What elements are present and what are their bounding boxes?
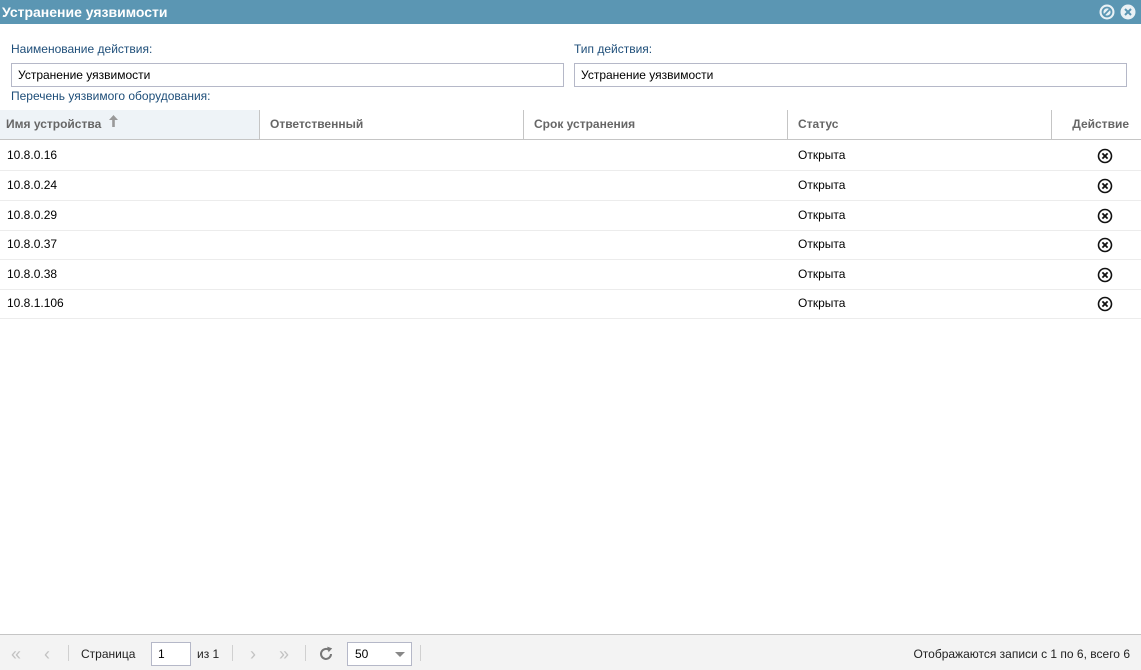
column-header-responsible[interactable]: Ответственный [260,110,524,139]
sort-ascending-icon [108,109,118,138]
column-header-label: Имя устройства [6,117,102,131]
remove-icon[interactable] [1097,237,1113,253]
device-name-cell: 10.8.1.106 [7,296,64,310]
vulnerability-fix-window: Устранение уязвимости Наименование дейст… [0,0,1141,670]
table-row[interactable]: 10.8.0.16 Открыта [0,141,1141,171]
pager-separator [420,645,421,661]
equipment-list-label: Перечень уязвимого оборудования: [11,89,211,103]
action-type-label: Тип действия: [574,42,653,56]
table-row[interactable]: 10.8.0.29 Открыта [0,201,1141,231]
pager-separator [232,645,233,661]
last-page-button[interactable]: » [274,644,294,664]
grid-header: Имя устройства Ответственный Срок устран… [0,110,1141,140]
action-name-label: Наименование действия: [11,42,153,56]
status-cell: Открыта [798,237,846,251]
column-header-action[interactable]: Действие [1052,110,1141,139]
records-summary: Отображаются записи с 1 по 6, всего 6 [913,647,1130,661]
status-cell: Открыта [798,296,846,310]
table-row[interactable]: 10.8.0.38 Открыта [0,260,1141,290]
remove-icon[interactable] [1097,148,1113,164]
column-header-status[interactable]: Статус [788,110,1052,139]
status-cell: Открыта [798,148,846,162]
action-name-field[interactable] [11,63,564,87]
chevron-down-icon [395,652,405,657]
close-icon[interactable] [1120,4,1136,20]
remove-icon[interactable] [1097,267,1113,283]
remove-icon[interactable] [1097,296,1113,312]
status-cell: Открыта [798,208,846,222]
device-name-cell: 10.8.0.16 [7,148,58,162]
column-header-deadline[interactable]: Срок устранения [524,110,788,139]
remove-icon[interactable] [1097,178,1113,194]
device-name-cell: 10.8.0.29 [7,208,58,222]
device-name-cell: 10.8.0.24 [7,178,58,192]
action-type-field[interactable] [574,63,1127,87]
table-row[interactable]: 10.8.1.106 Открыта [0,289,1141,319]
page-size-value: 50 [355,647,369,661]
pager-separator [68,645,69,661]
refresh-icon[interactable] [317,645,335,663]
table-row[interactable]: 10.8.0.24 Открыта [0,171,1141,201]
status-cell: Открыта [798,178,846,192]
status-cell: Открыта [798,267,846,281]
column-header-device-name[interactable]: Имя устройства [0,110,260,139]
page-count-label: из 1 [197,647,220,661]
page-number-input[interactable] [151,642,191,666]
remove-icon[interactable] [1097,208,1113,224]
prev-page-button[interactable]: ‹ [37,644,57,664]
pager-separator [305,645,306,661]
minimize-icon[interactable] [1099,4,1115,20]
window-titlebar[interactable]: Устранение уязвимости [0,0,1141,24]
table-row[interactable]: 10.8.0.37 Открыта [0,230,1141,260]
first-page-button[interactable]: « [6,644,26,664]
page-size-select[interactable]: 50 [347,642,412,666]
page-label: Страница [81,647,136,661]
device-name-cell: 10.8.0.38 [7,267,58,281]
next-page-button[interactable]: › [243,644,263,664]
device-name-cell: 10.8.0.37 [7,237,58,251]
pagination-toolbar: « ‹ Страница из 1 › » 50 Отображаются за… [0,634,1141,670]
vulnerable-equipment-grid: Имя устройства Ответственный Срок устран… [0,110,1141,634]
window-title: Устранение уязвимости [2,4,168,20]
